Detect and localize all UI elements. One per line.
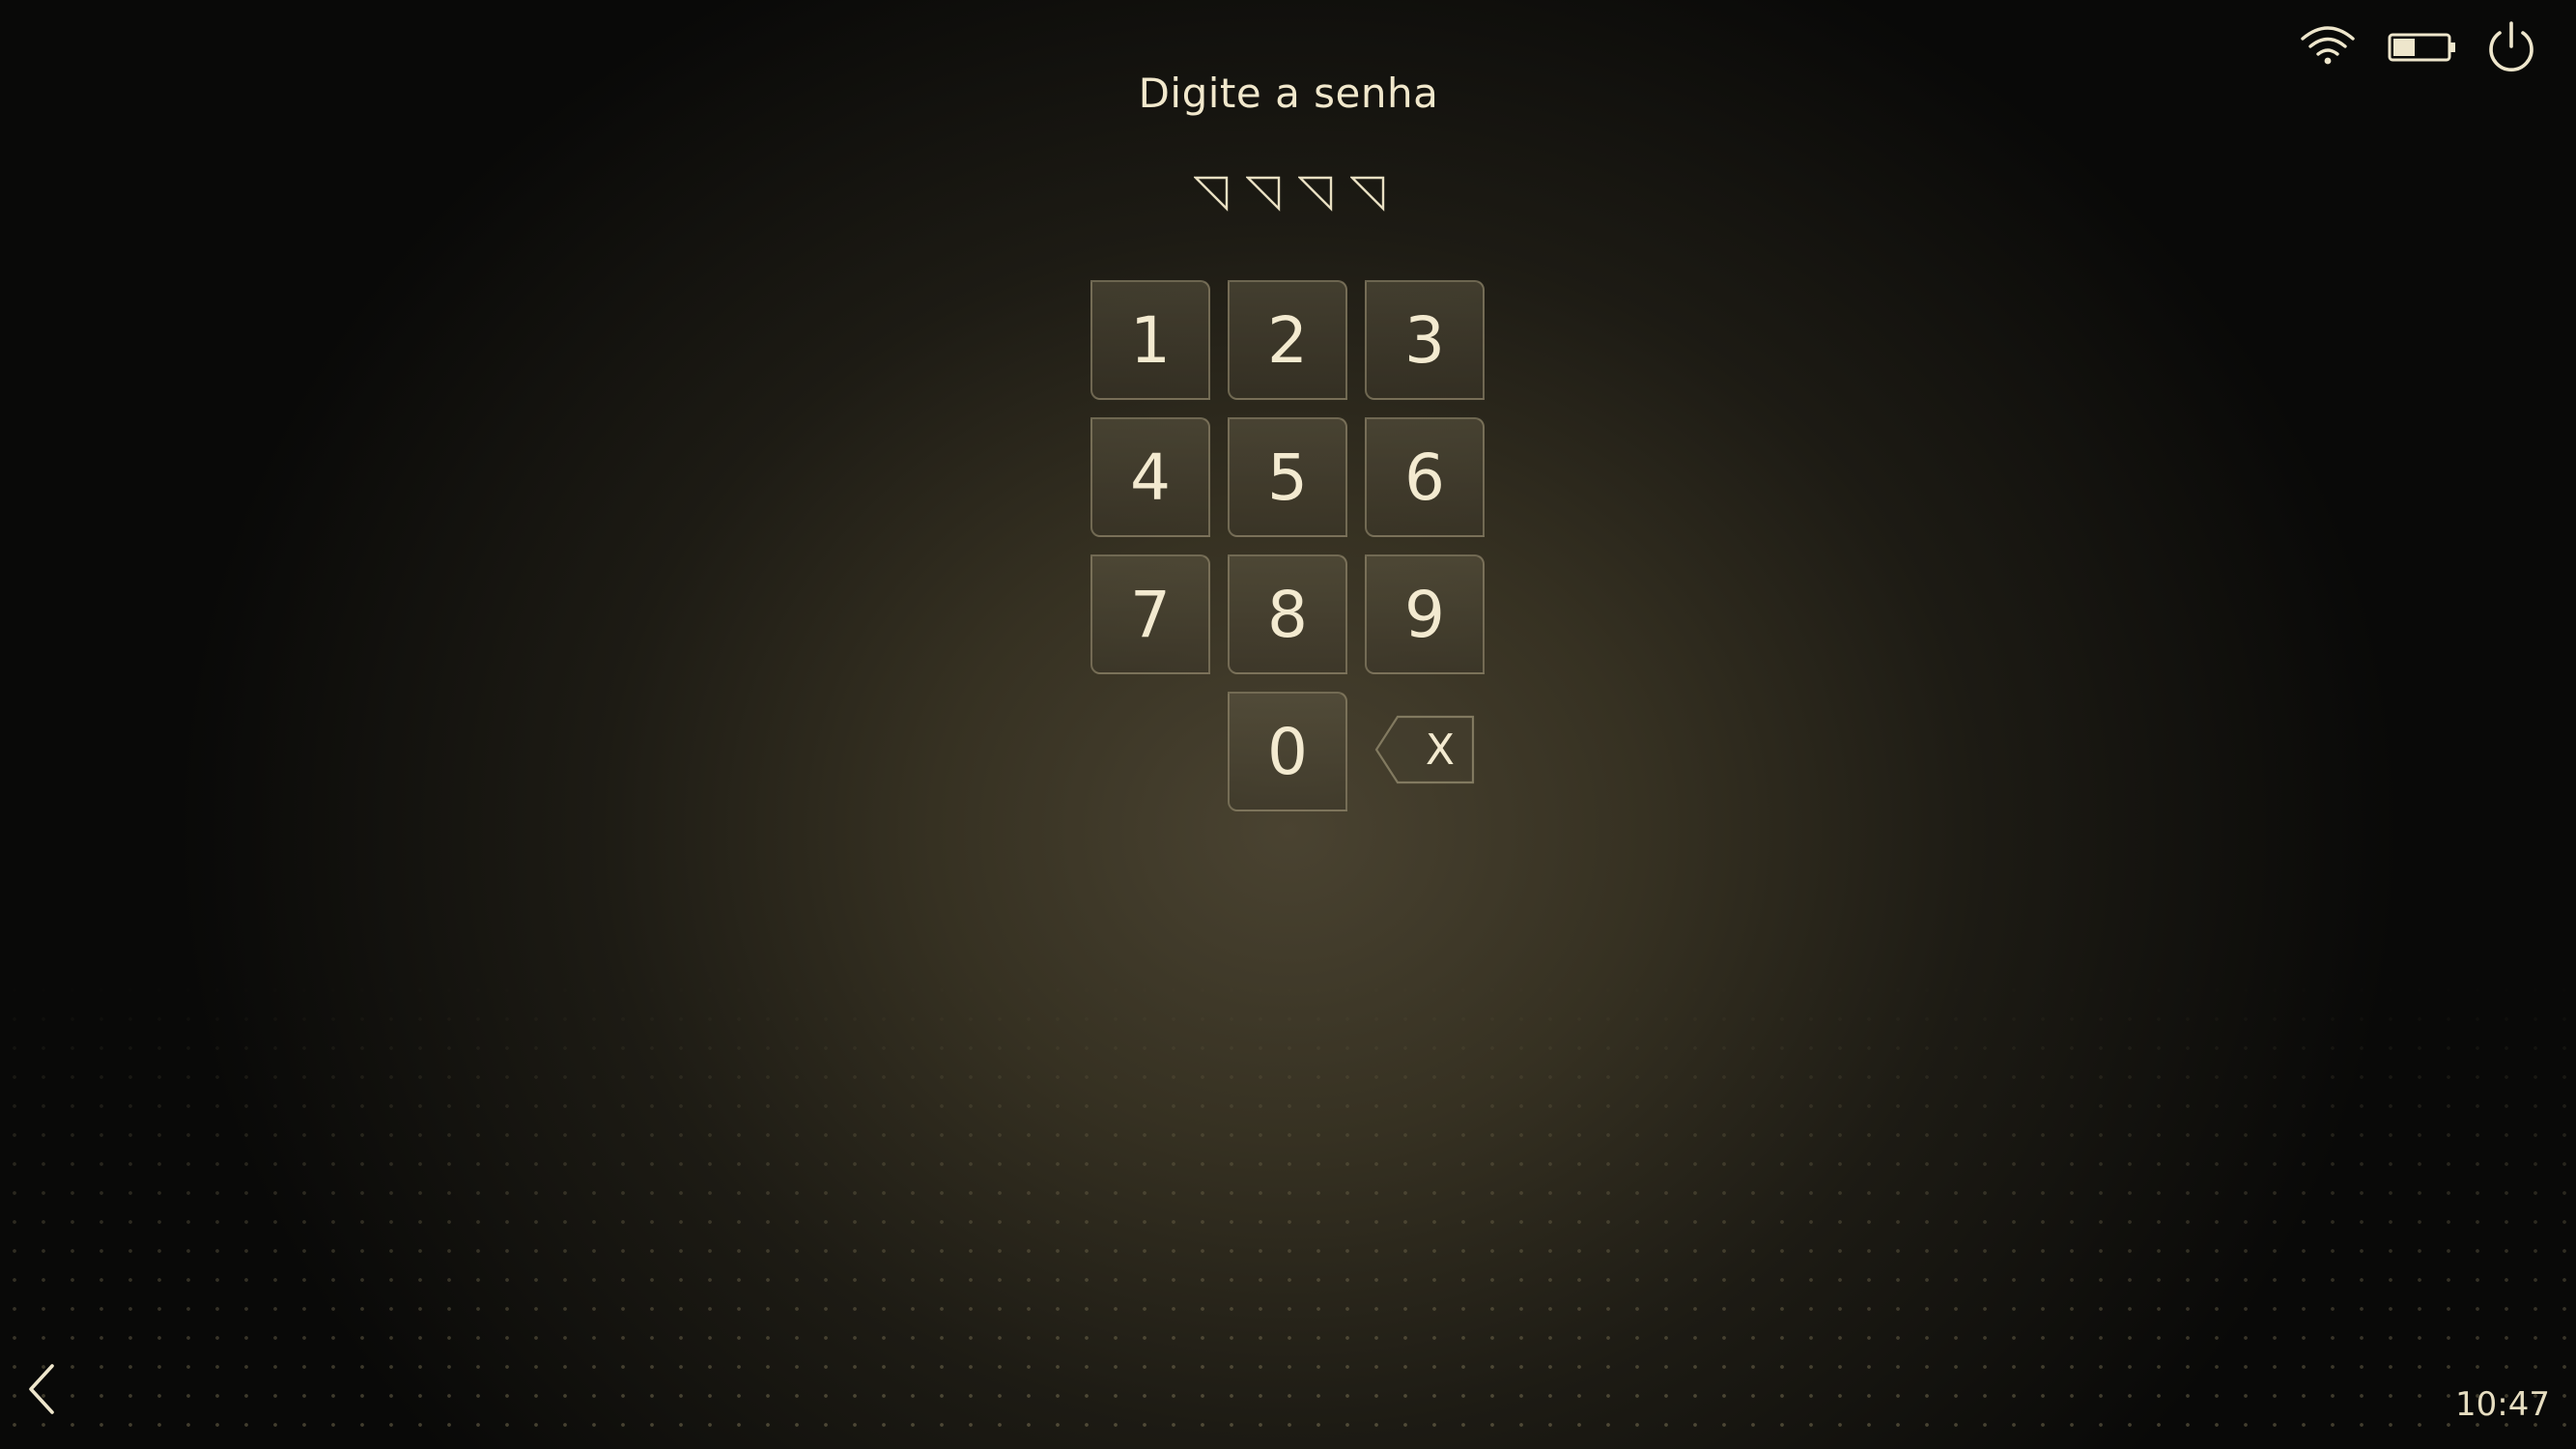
pin-slot: [1350, 176, 1385, 212]
pin-slot: [1246, 176, 1281, 212]
numeric-keypad: 1 2 3 4 5 6 7 8 9 0 X: [1090, 280, 1486, 811]
key-1[interactable]: 1: [1090, 280, 1210, 400]
backspace-label: X: [1425, 724, 1456, 775]
backspace-button[interactable]: X: [1374, 715, 1475, 784]
key-3[interactable]: 3: [1365, 280, 1485, 400]
key-4[interactable]: 4: [1090, 417, 1210, 537]
key-0[interactable]: 0: [1228, 692, 1347, 811]
pin-slot: [1298, 176, 1333, 212]
battery-icon: [2388, 33, 2455, 62]
power-icon[interactable]: [2484, 19, 2538, 75]
wifi-icon: [2301, 26, 2355, 65]
key-9[interactable]: 9: [1365, 554, 1485, 674]
key-7[interactable]: 7: [1090, 554, 1210, 674]
key-8[interactable]: 8: [1228, 554, 1347, 674]
password-prompt: Digite a senha: [1138, 70, 1439, 117]
key-2[interactable]: 2: [1228, 280, 1347, 400]
clock: 10:47: [2455, 1385, 2550, 1424]
dotted-floor-pattern: [0, 976, 2576, 1449]
key-5[interactable]: 5: [1228, 417, 1347, 537]
pin-slot: [1194, 176, 1229, 212]
pin-indicator: [1194, 174, 1387, 213]
chevron-left-icon[interactable]: [23, 1360, 62, 1418]
key-6[interactable]: 6: [1365, 417, 1485, 537]
